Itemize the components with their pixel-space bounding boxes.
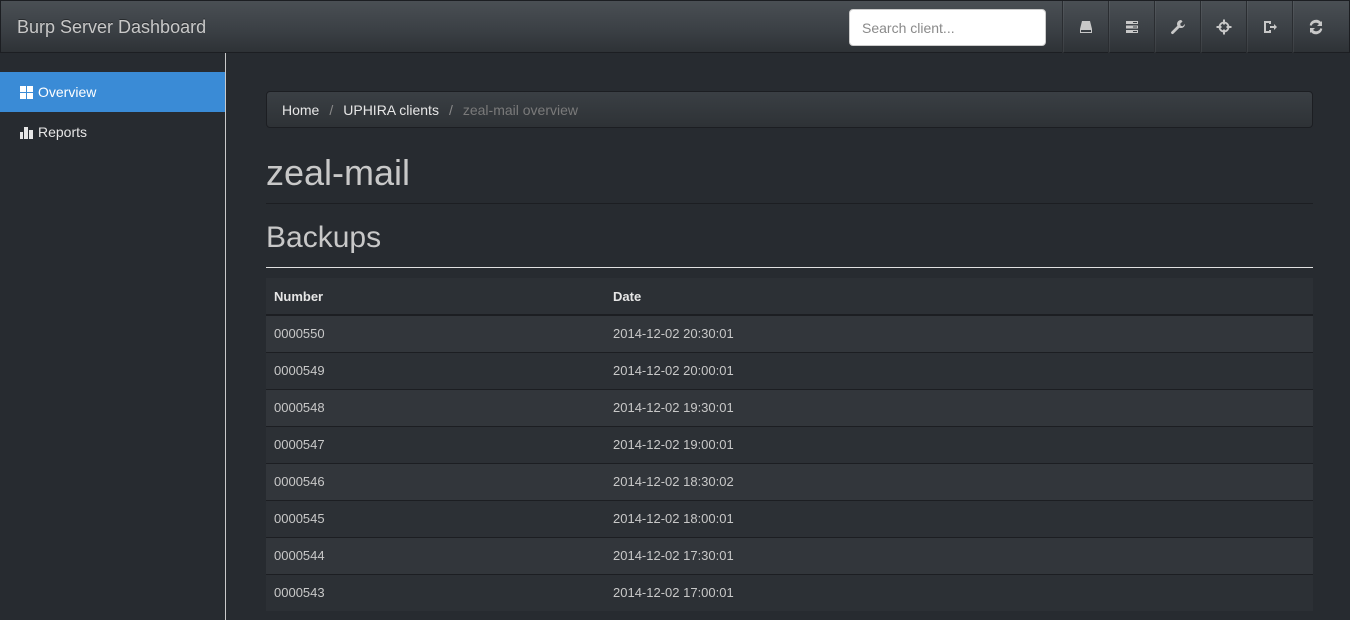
backups-heading: Backups <box>266 221 382 254</box>
logout-icon <box>1263 21 1277 33</box>
table-header-row: Number Date <box>266 278 1313 316</box>
bar-chart-icon <box>20 126 33 139</box>
backup-number[interactable]: 0000549 <box>266 351 605 389</box>
wrench-icon <box>1170 20 1185 35</box>
backup-number[interactable]: 0000547 <box>266 425 605 463</box>
table-row[interactable]: 0000549 2014-12-02 20:00:01 <box>266 351 1313 389</box>
backup-date: 2014-12-02 19:30:01 <box>605 388 1313 426</box>
settings-button[interactable] <box>1154 1 1200 53</box>
crosshair-icon <box>1216 19 1231 35</box>
sidebar: Overview Reports <box>0 53 226 620</box>
backup-date: 2014-12-02 18:00:01 <box>605 499 1313 537</box>
backup-number[interactable]: 0000544 <box>266 536 605 574</box>
section-divider <box>266 267 1313 268</box>
brand-title[interactable]: Burp Server Dashboard <box>17 17 206 38</box>
breadcrumb-home-link[interactable]: Home <box>282 102 319 118</box>
backups-table: Number Date 0000550 2014-12-02 20:30:01 0… <box>266 278 1313 611</box>
table-row[interactable]: 0000544 2014-12-02 17:30:01 <box>266 536 1313 574</box>
title-divider <box>266 203 1313 204</box>
backup-date: 2014-12-02 18:30:02 <box>605 462 1313 500</box>
backup-date: 2014-12-02 20:00:01 <box>605 351 1313 389</box>
table-row[interactable]: 0000550 2014-12-02 20:30:01 <box>266 314 1313 352</box>
backup-date: 2014-12-02 20:30:01 <box>605 314 1313 352</box>
table-row[interactable]: 0000546 2014-12-02 18:30:02 <box>266 462 1313 500</box>
breadcrumb: Home / UPHIRA clients / zeal-mail overvi… <box>266 91 1313 128</box>
table-row[interactable]: 0000548 2014-12-02 19:30:01 <box>266 388 1313 426</box>
column-header-date[interactable]: Date <box>605 278 1313 316</box>
table-row[interactable]: 0000547 2014-12-02 19:00:01 <box>266 425 1313 463</box>
backup-date: 2014-12-02 17:00:01 <box>605 573 1313 611</box>
hdd-icon <box>1079 21 1092 33</box>
table-row[interactable]: 0000543 2014-12-02 17:00:01 <box>266 573 1313 611</box>
backup-date: 2014-12-02 17:30:01 <box>605 536 1313 574</box>
column-header-number[interactable]: Number <box>266 278 605 316</box>
backup-number[interactable]: 0000543 <box>266 573 605 611</box>
refresh-icon <box>1309 19 1322 35</box>
search-client-input[interactable] <box>849 9 1046 46</box>
sidebar-item-overview[interactable]: Overview <box>0 72 225 112</box>
backup-number[interactable]: 0000550 <box>266 314 605 352</box>
sidebar-item-label: Reports <box>38 124 88 140</box>
breadcrumb-separator: / <box>448 101 453 118</box>
sidebar-item-reports[interactable]: Reports <box>0 112 225 152</box>
backup-number[interactable]: 0000546 <box>266 462 605 500</box>
tasks-icon <box>1125 21 1138 33</box>
logout-button[interactable] <box>1246 1 1292 53</box>
sidebar-item-label: Overview <box>38 84 97 100</box>
breadcrumb-clients-link[interactable]: UPHIRA clients <box>343 102 439 118</box>
nav-button-group <box>1062 1 1338 53</box>
backup-number[interactable]: 0000545 <box>266 499 605 537</box>
backup-date: 2014-12-02 19:00:01 <box>605 425 1313 463</box>
crosshair-button[interactable] <box>1200 1 1246 53</box>
backup-number[interactable]: 0000548 <box>266 388 605 426</box>
servers-button[interactable] <box>1062 1 1108 53</box>
dashboard-icon <box>20 85 33 99</box>
refresh-button[interactable] <box>1292 1 1338 53</box>
page-title: zeal-mail <box>266 152 411 193</box>
breadcrumb-separator: / <box>329 101 334 118</box>
breadcrumb-current: zeal-mail overview <box>462 101 578 118</box>
top-navbar: Burp Server Dashboard <box>0 0 1350 53</box>
tasks-button[interactable] <box>1108 1 1154 53</box>
table-row[interactable]: 0000545 2014-12-02 18:00:01 <box>266 499 1313 537</box>
